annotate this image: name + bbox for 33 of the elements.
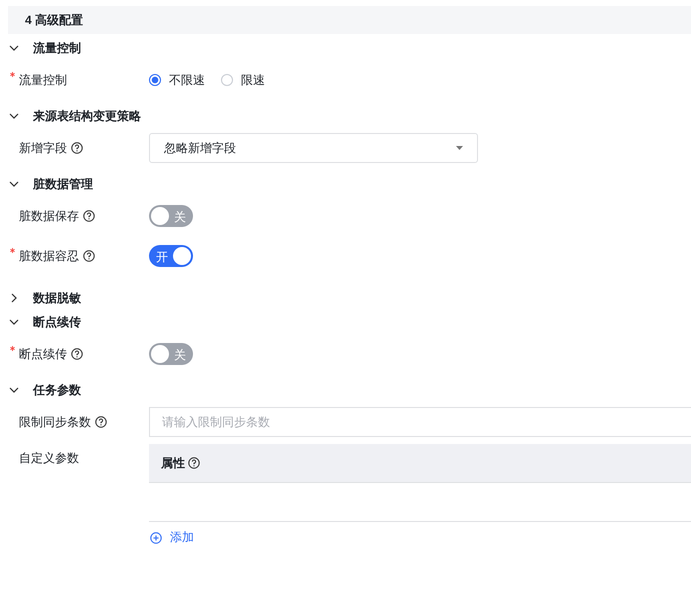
field-label: 脏数据容忍 (19, 248, 79, 264)
field-label: 断点续传 (19, 346, 67, 362)
help-icon[interactable] (83, 210, 95, 222)
chevron-icon (9, 179, 19, 189)
plus-circle-icon (150, 532, 162, 544)
column-header: 属性 (161, 454, 185, 472)
chevron-icon (9, 385, 19, 395)
help-icon[interactable] (71, 348, 83, 360)
chevron-icon (9, 43, 19, 53)
help-icon[interactable] (188, 457, 200, 469)
section-title: 4 高级配置 (25, 12, 84, 28)
input-field[interactable]: 请输入限制同步条数 (149, 407, 691, 437)
radio-option[interactable]: 不限速 (149, 72, 205, 88)
help-icon[interactable] (83, 250, 95, 262)
field-label: 流量控制 (19, 72, 67, 88)
collapse-toggle[interactable]: 来源表结构变更策略 (0, 102, 691, 130)
chevron-icon (9, 293, 19, 303)
field-label: 脏数据保存 (19, 208, 79, 224)
help-icon[interactable] (71, 142, 83, 154)
select-field[interactable]: 忽略新增字段 (149, 133, 478, 163)
chevron-icon (9, 317, 19, 327)
toggle-switch[interactable]: 开 (149, 245, 193, 267)
collapse-toggle[interactable]: 脏数据管理 (0, 170, 691, 198)
collapse-toggle[interactable]: 流量控制 (0, 34, 691, 62)
chevron-icon (9, 111, 19, 121)
add-button[interactable]: 添加 (149, 529, 194, 546)
field-label: 限制同步条数 (19, 414, 91, 430)
field-label: 新增字段 (19, 140, 67, 156)
radio-option[interactable]: 限速 (221, 72, 265, 88)
help-icon[interactable] (95, 416, 107, 428)
field-label: 自定义参数 (19, 450, 79, 467)
collapse-toggle[interactable]: 任务参数 (0, 376, 691, 404)
dropdown-caret-icon (456, 146, 463, 150)
